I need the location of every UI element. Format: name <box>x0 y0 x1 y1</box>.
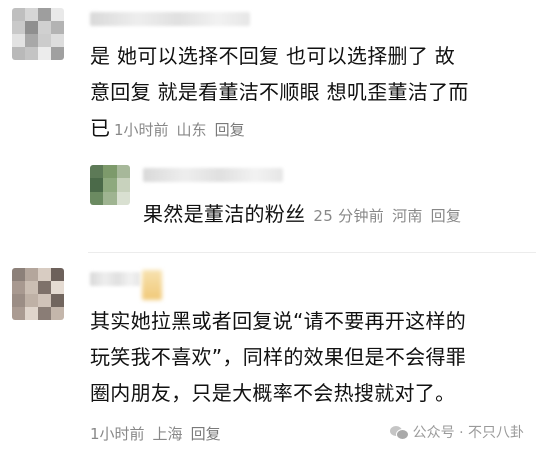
sub-reply-location: 河南 <box>392 207 423 225</box>
comment-time: 1小时前 <box>114 121 169 139</box>
avatar[interactable] <box>90 165 130 205</box>
comment-text-line: 意回复 就是看董洁不顺眼 想叽歪董洁了而 <box>90 80 469 104</box>
comment-location: 上海 <box>152 425 183 443</box>
comment-text-line: 是 她可以选择不回复 也可以选择删了 故 <box>90 44 456 68</box>
username-blurred[interactable] <box>90 272 140 286</box>
reply-button[interactable]: 回复 <box>215 121 245 139</box>
comment-text-line: 玩笑我不喜欢”，同样的效果但是不会得罪 <box>90 345 467 369</box>
comment-location: 山东 <box>176 121 207 139</box>
sub-reply-meta: 25 分钟前 河南 回复 <box>313 207 461 225</box>
comment-text-line: 其实她拉黑或者回复说“请不要再开这样的 <box>90 309 467 333</box>
reply-button[interactable]: 回复 <box>431 207 462 225</box>
avatar[interactable] <box>12 268 64 320</box>
username-blurred[interactable] <box>90 12 250 26</box>
comment-meta: 1小时前 山东 回复 <box>114 120 245 140</box>
comment-text-line: 已 <box>90 116 111 140</box>
sub-reply-text: 果然是董洁的粉丝 <box>143 202 306 226</box>
reply-button[interactable]: 回复 <box>191 425 221 443</box>
username-blurred[interactable] <box>143 168 283 182</box>
comment-time: 1小时前 <box>90 425 145 443</box>
comment-meta: 1小时前 上海 回复 <box>90 424 221 444</box>
username-badge-blurred <box>142 270 162 300</box>
watermark-text: 公众号 · 不只八卦 <box>412 425 524 441</box>
comment-text-line: 圈内朋友，只是大概率不会热搜就对了。 <box>90 381 456 405</box>
sub-reply-line: 果然是董洁的粉丝 25 分钟前 河南 回复 <box>143 198 461 232</box>
divider <box>88 252 536 253</box>
sub-reply-time: 25 分钟前 <box>313 207 385 225</box>
avatar[interactable] <box>12 8 64 60</box>
wechat-icon <box>389 425 409 440</box>
watermark: 公众号 · 不只八卦 <box>389 422 524 442</box>
